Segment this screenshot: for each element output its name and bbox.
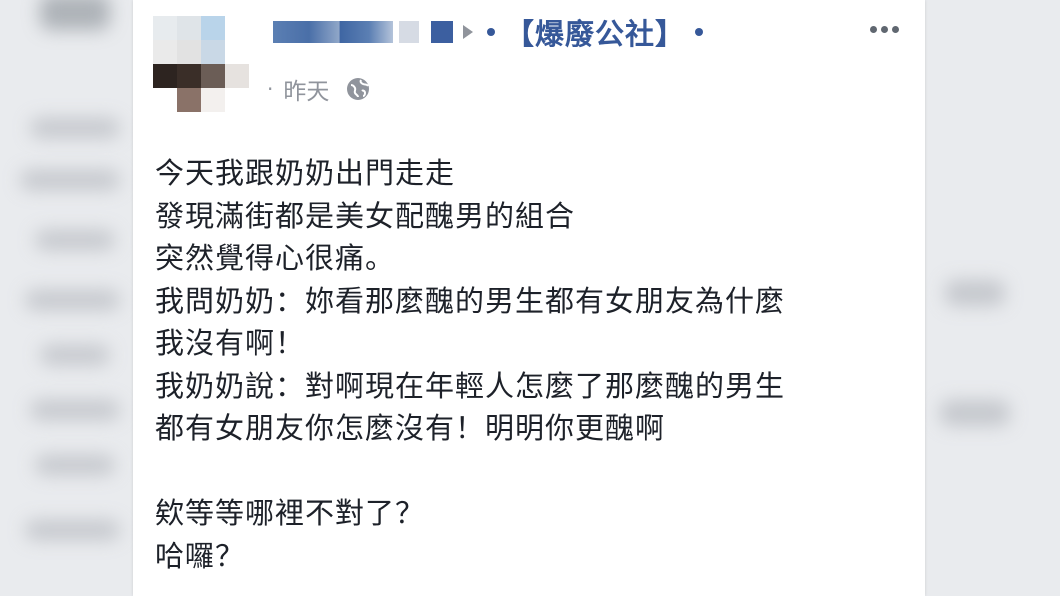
timestamp[interactable]: 昨天 xyxy=(283,72,329,106)
post-line: 我問奶奶：妳看那麼醜的男生都有女朋友為什麼 xyxy=(155,283,786,318)
blurred-author-name[interactable] xyxy=(273,21,393,43)
separator-dot: · xyxy=(267,77,274,101)
blurred-author-name-part xyxy=(399,21,419,43)
post-blank-line xyxy=(155,450,915,493)
post-header: 【爆廢公社】 xyxy=(273,17,704,51)
post-line: 發現滿街都是美女配醜男的組合 xyxy=(155,198,576,233)
post-line: 都有女朋友你怎麼沒有！明明你更醜啊 xyxy=(155,411,666,445)
dot-icon xyxy=(487,28,495,36)
post-card: 【爆廢公社】 · 昨天 今天我跟奶奶出門走走 發現滿街都是美女配醜男的組合 突然… xyxy=(133,0,925,596)
group-name-link[interactable]: 【爆廢公社】 xyxy=(505,11,685,53)
post-line: 我奶奶說：對啊現在年輕人怎麼了那麼醜的男生 xyxy=(155,368,786,403)
dot-icon xyxy=(695,28,704,36)
avatar[interactable] xyxy=(153,16,249,112)
post-line: 欸等等哪裡不對了？ xyxy=(155,496,426,530)
blurred-author-name-part xyxy=(431,21,453,43)
post-meta: · 昨天 xyxy=(267,72,371,106)
arrow-right-icon xyxy=(463,25,473,39)
post-line: 突然覺得心很痛。 xyxy=(155,241,396,275)
post-line: 我沒有啊！ xyxy=(155,326,306,360)
post-body: 今天我跟奶奶出門走走 發現滿街都是美女配醜男的組合 突然覺得心很痛。 我問奶奶：… xyxy=(155,152,915,577)
post-line: 哈囉？ xyxy=(155,538,246,573)
globe-icon[interactable] xyxy=(345,76,371,102)
more-options-icon[interactable] xyxy=(870,26,899,33)
post-line: 今天我跟奶奶出門走走 xyxy=(155,156,456,190)
